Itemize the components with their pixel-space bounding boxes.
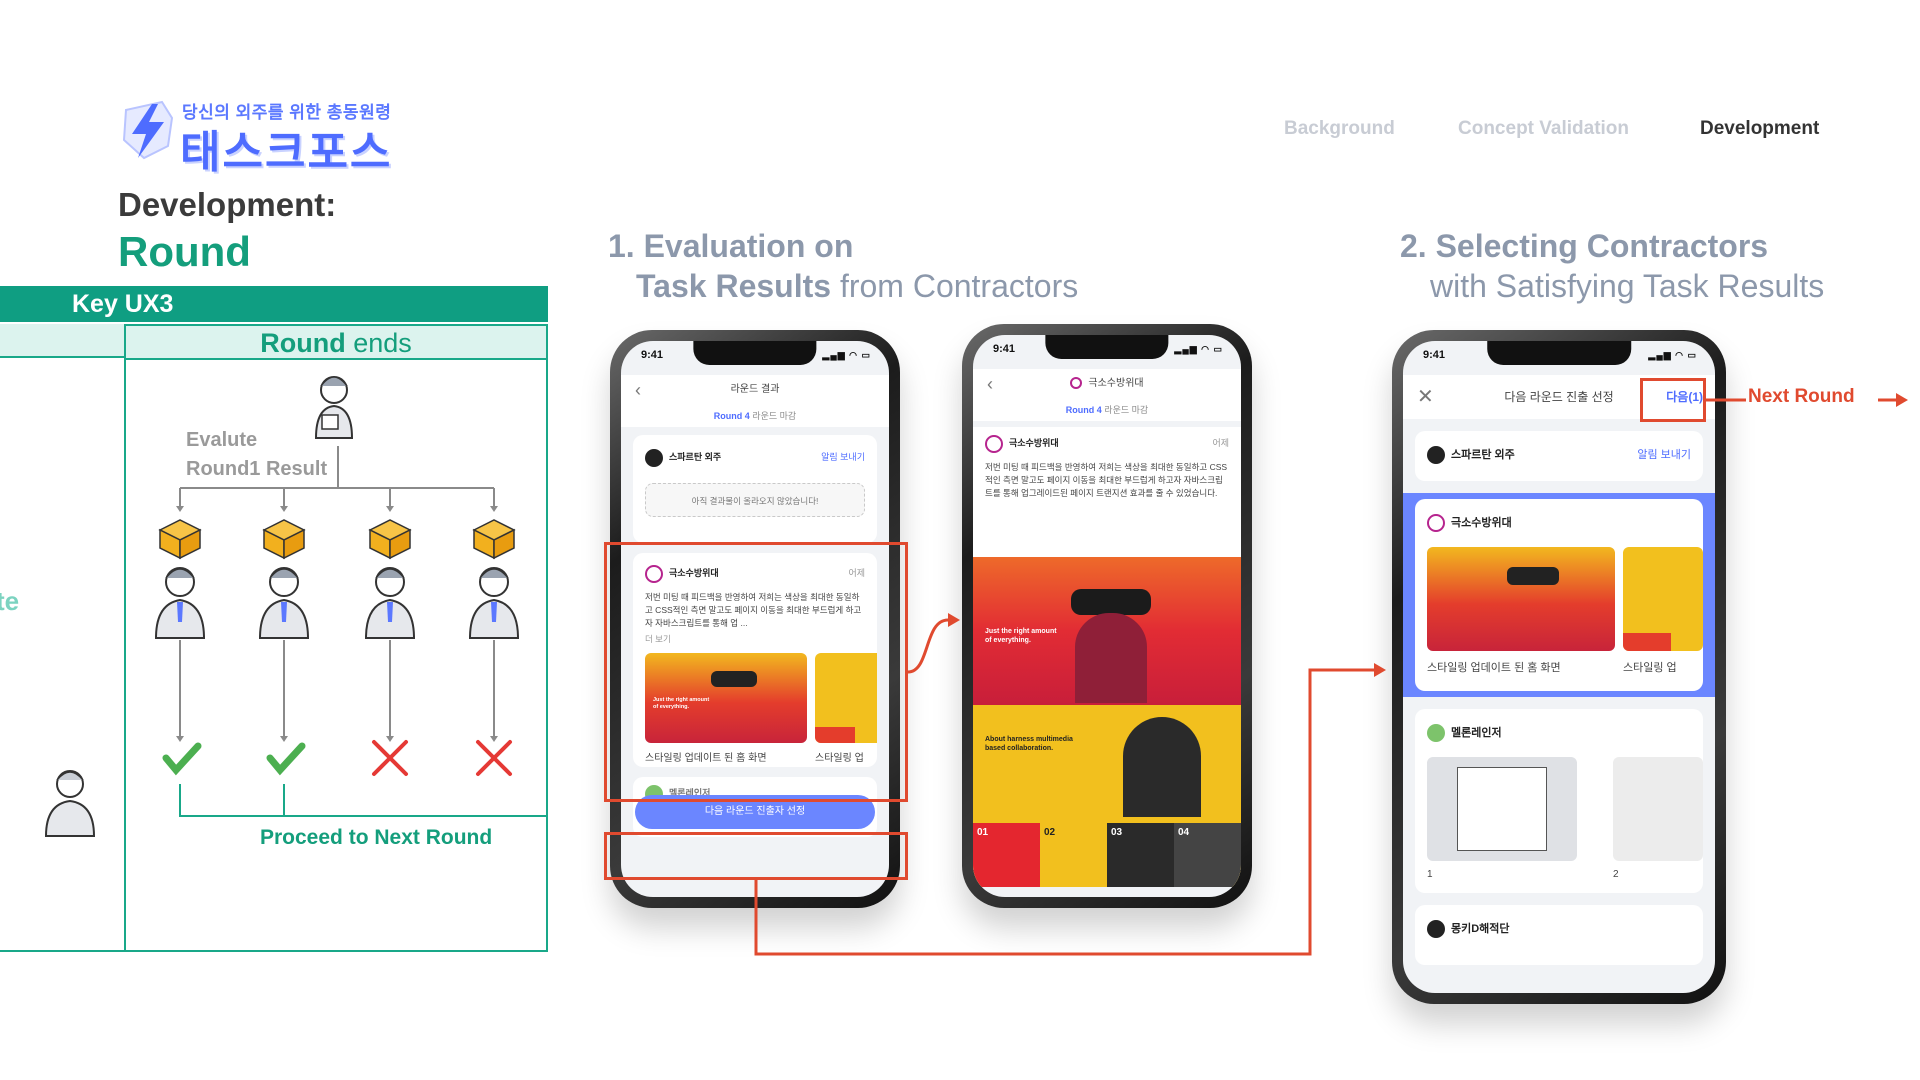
next-round-arrow-head	[1896, 393, 1908, 407]
arrow-head	[1374, 663, 1386, 677]
phone-notch	[693, 341, 817, 365]
arrow-to-detail	[907, 618, 949, 674]
slide: 당신의 외주를 위한 총동원령 태스크포스 Background Concept…	[0, 0, 1920, 1080]
arrow-head	[948, 613, 960, 627]
next-round-label: Next Round	[1748, 386, 1855, 407]
phone-notch	[1487, 341, 1631, 365]
annotation-arrows	[754, 393, 1908, 956]
arrow-to-selection	[754, 668, 1374, 956]
phone-notch	[1045, 335, 1169, 359]
